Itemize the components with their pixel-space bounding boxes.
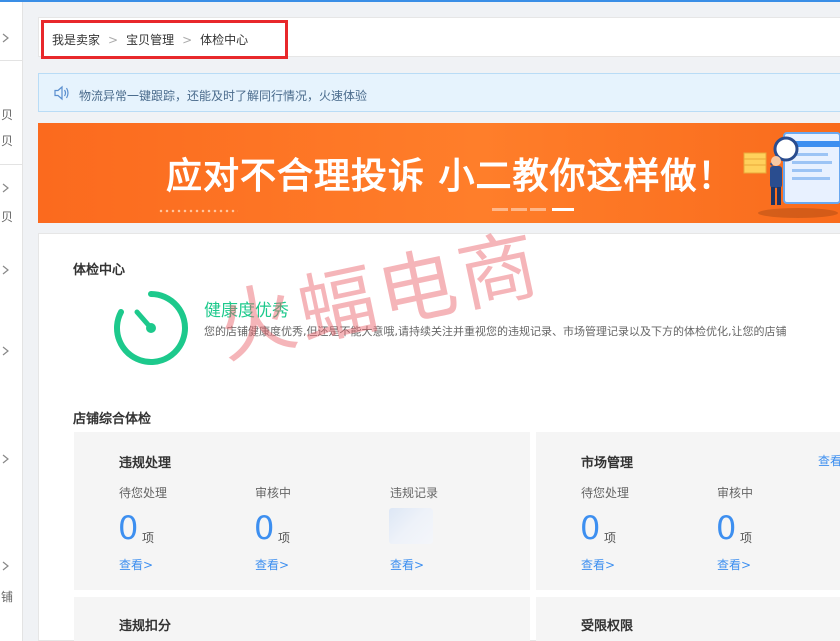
rail-item-label[interactable]: 贝 (0, 210, 22, 224)
chevron-right-icon[interactable] (0, 182, 22, 196)
breadcrumb-highlight-box (41, 20, 288, 59)
chevron-right-icon[interactable] (0, 32, 22, 46)
banner-title: 应对不合理投诉 小二教你这样做！ (166, 156, 735, 197)
chevron-right-icon (2, 265, 9, 275)
chevron-right-icon (2, 561, 9, 571)
chevron-right-icon[interactable] (0, 560, 22, 574)
banner-decoration (158, 209, 238, 213)
view-link[interactable]: 查看> (717, 556, 751, 573)
stat-unit: 项 (278, 531, 291, 545)
panel-title-violation-points: 违规扣分 (119, 619, 172, 634)
view-link[interactable]: 查看> (255, 556, 289, 573)
stat-value-reviewing: 0 (716, 509, 737, 547)
view-link[interactable]: 查看> (581, 556, 615, 573)
stat-label-reviewing: 审核中 (255, 486, 292, 500)
rail-item-label[interactable]: 贝 (0, 134, 22, 148)
notice-text[interactable]: 物流异常一键跟踪，还能及时了解同行情况，火速体验 (79, 87, 367, 104)
chevron-right-icon (2, 183, 9, 193)
panel-title-restricted: 受限权限 (581, 619, 634, 634)
panel-title-market: 市场管理 (581, 456, 634, 471)
blurred-value (389, 508, 433, 544)
speaker-icon (54, 85, 69, 101)
chevron-right-icon[interactable] (0, 264, 22, 278)
promo-banner[interactable]: 应对不合理投诉 小二教你这样做！ (38, 123, 840, 223)
stat-value-reviewing: 0 (254, 509, 275, 547)
chevron-right-icon (2, 33, 9, 43)
chevron-right-icon[interactable] (0, 345, 22, 359)
stat-unit: 项 (740, 531, 753, 545)
left-nav-rail: 贝 贝 贝 铺 (0, 2, 23, 641)
notice-bar[interactable]: 物流异常一键跟踪，还能及时了解同行情况，火速体验 (38, 73, 840, 112)
rail-item-label[interactable]: 铺 (0, 590, 22, 604)
gauge-icon (114, 291, 188, 365)
chevron-right-icon (2, 454, 9, 464)
stat-label-pending: 待您处理 (119, 486, 168, 500)
store-check-title: 店铺综合体检 (73, 412, 152, 427)
top-accent-bar (0, 0, 840, 2)
rail-item-label[interactable]: 贝 (0, 108, 22, 122)
rail-divider (0, 164, 22, 165)
health-center-title: 体检中心 (73, 263, 126, 278)
view-link[interactable]: 查看> (390, 556, 424, 573)
stat-label-reviewing: 审核中 (717, 486, 754, 500)
stat-unit: 项 (604, 531, 617, 545)
stat-value-pending: 0 (118, 509, 139, 547)
stat-label-violation-records: 违规记录 (390, 486, 439, 500)
stat-value-pending: 0 (580, 509, 601, 547)
banner-slide-dot-active[interactable] (552, 208, 574, 211)
market-view-link[interactable]: 查看 (818, 452, 840, 469)
banner-slide-dot[interactable] (530, 208, 546, 211)
document-magnifier-illustration (743, 132, 840, 218)
panel-title-violation: 违规处理 (119, 456, 172, 471)
chevron-right-icon[interactable] (0, 453, 22, 467)
rail-divider (0, 60, 22, 61)
view-link[interactable]: 查看> (119, 556, 153, 573)
stat-unit: 项 (142, 531, 155, 545)
chevron-right-icon (2, 346, 9, 356)
stat-label-pending: 待您处理 (581, 486, 630, 500)
